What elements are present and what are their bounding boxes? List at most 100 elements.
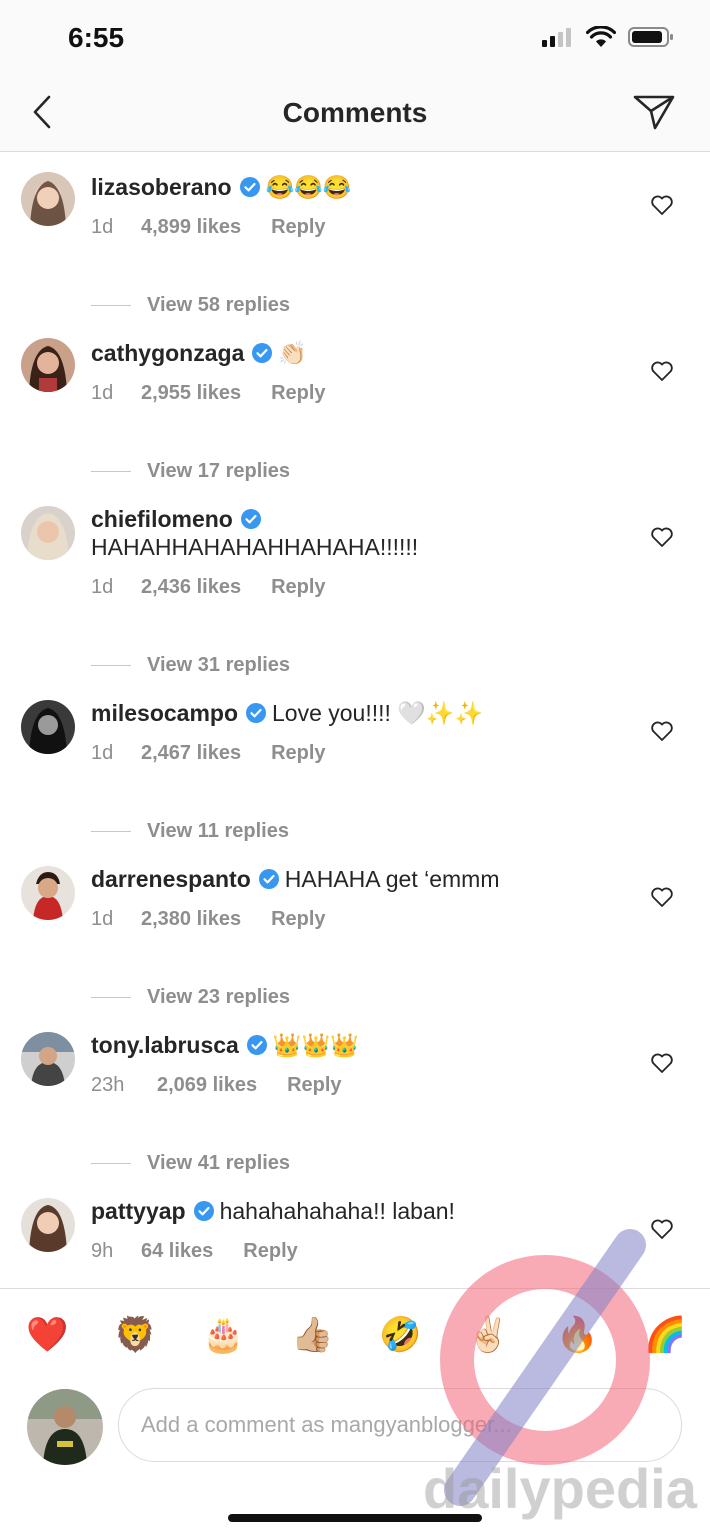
status-bar: 6:55 xyxy=(0,0,710,76)
verified-badge-icon xyxy=(246,1035,267,1055)
reply-button[interactable]: Reply xyxy=(271,742,325,765)
reply-button[interactable]: Reply xyxy=(271,382,325,405)
view-replies-label: View 58 replies xyxy=(147,294,291,316)
comment-likes[interactable]: 2,380 likes xyxy=(141,908,241,931)
comment-username[interactable]: milesocampo xyxy=(91,696,238,730)
avatar[interactable] xyxy=(21,338,75,392)
comment-meta: 1d 2,380 likes Reply xyxy=(91,908,326,931)
emoji-button[interactable]: 🌈 xyxy=(644,1315,686,1355)
verified-badge-icon xyxy=(252,343,273,363)
emoji-button[interactable]: 👍🏼 xyxy=(291,1315,333,1355)
view-replies-button[interactable]: View 11 replies xyxy=(91,820,289,843)
comment-time: 1d xyxy=(91,908,114,930)
comment-meta: 1d 2,955 likes Reply xyxy=(91,382,326,405)
wifi-icon xyxy=(586,26,616,47)
view-replies-label: View 11 replies xyxy=(147,820,289,842)
comment-meta: 1d 2,436 likes Reply xyxy=(91,576,326,599)
emoji-button[interactable]: ❤️ xyxy=(26,1315,68,1355)
view-replies-label: View 41 replies xyxy=(147,1152,291,1174)
view-replies-label: View 23 replies xyxy=(147,986,291,1008)
replies-divider xyxy=(91,305,131,306)
battery-icon xyxy=(628,27,673,47)
comment-text: 😂😂😂 xyxy=(265,174,352,200)
comment-text: 👏🏻 xyxy=(278,340,308,366)
comment-likes[interactable]: 64 likes xyxy=(141,1240,213,1263)
nav-bar: Comments xyxy=(0,76,710,152)
emoji-button[interactable]: 🦁 xyxy=(114,1315,156,1355)
emoji-bar: ❤️ 🦁 🎂 👍🏼 🤣 ✌🏻 🔥 🌈 xyxy=(0,1288,710,1385)
comment-username[interactable]: cathygonzaga xyxy=(91,336,244,370)
reply-button[interactable]: Reply xyxy=(287,1074,341,1097)
view-replies-button[interactable]: View 23 replies xyxy=(91,986,290,1009)
comment-likes[interactable]: 4,899 likes xyxy=(141,216,241,239)
comment-meta: 1d 4,899 likes Reply xyxy=(91,216,326,239)
comment-likes[interactable]: 2,436 likes xyxy=(141,576,241,599)
reply-button[interactable]: Reply xyxy=(243,1240,297,1263)
comment-time: 1d xyxy=(91,742,114,764)
comment-text: HAHAHHAHAHAHHAHAHA!!!!!! xyxy=(91,534,419,560)
view-replies-label: View 17 replies xyxy=(147,460,291,482)
reply-button[interactable]: Reply xyxy=(271,216,325,239)
verified-badge-icon xyxy=(239,177,260,197)
emoji-button[interactable]: 🔥 xyxy=(556,1315,598,1355)
heart-icon[interactable] xyxy=(650,194,674,216)
comment-meta: 1d 2,467 likes Reply xyxy=(91,742,326,765)
share-button[interactable] xyxy=(632,92,676,132)
heart-icon[interactable] xyxy=(650,360,674,382)
avatar[interactable] xyxy=(21,1198,75,1252)
replies-divider xyxy=(91,997,131,998)
comment-text: HAHAHA get ‘emmm xyxy=(284,866,500,892)
comment-input[interactable] xyxy=(118,1388,682,1462)
comment-text: 👑👑👑 xyxy=(272,1032,359,1058)
view-replies-button[interactable]: View 41 replies xyxy=(91,1152,290,1175)
comment-username[interactable]: tony.labrusca xyxy=(91,1028,239,1062)
reply-button[interactable]: Reply xyxy=(271,908,325,931)
replies-divider xyxy=(91,831,131,832)
comment-likes[interactable]: 2,069 likes xyxy=(157,1074,257,1097)
heart-icon[interactable] xyxy=(650,1052,674,1074)
verified-badge-icon xyxy=(240,509,261,529)
comments-list[interactable]: lizasoberano 😂😂😂 1d 4,899 likes Reply Vi… xyxy=(0,152,710,1287)
heart-icon[interactable] xyxy=(650,526,674,548)
view-replies-button[interactable]: View 31 replies xyxy=(91,654,290,677)
comment-username[interactable]: lizasoberano xyxy=(91,170,232,204)
view-replies-label: View 31 replies xyxy=(147,654,291,676)
view-replies-button[interactable]: View 58 replies xyxy=(91,294,290,317)
comment-username[interactable]: pattyyap xyxy=(91,1194,186,1228)
signal-icon xyxy=(542,28,571,47)
comment-time: 1d xyxy=(91,576,114,598)
verified-badge-icon xyxy=(258,869,279,889)
emoji-button[interactable]: ✌🏻 xyxy=(467,1315,509,1355)
verified-badge-icon xyxy=(193,1201,214,1221)
replies-divider xyxy=(91,665,131,666)
home-indicator[interactable] xyxy=(228,1514,482,1522)
heart-icon[interactable] xyxy=(650,1218,674,1240)
comment-time: 1d xyxy=(91,216,114,238)
avatar[interactable] xyxy=(21,172,75,226)
comment-composer xyxy=(0,1384,710,1536)
avatar[interactable] xyxy=(21,1032,75,1086)
heart-icon[interactable] xyxy=(650,886,674,908)
comment-meta: 23h 2,069 likes Reply xyxy=(91,1074,342,1097)
avatar[interactable] xyxy=(21,866,75,920)
replies-divider xyxy=(91,1163,131,1164)
reply-button[interactable]: Reply xyxy=(271,576,325,599)
emoji-button[interactable]: 🤣 xyxy=(379,1315,421,1355)
comment-time: 1d xyxy=(91,382,114,404)
avatar[interactable] xyxy=(21,700,75,754)
heart-icon[interactable] xyxy=(650,720,674,742)
verified-badge-icon xyxy=(246,703,266,723)
comment-username[interactable]: darrenespanto xyxy=(91,862,251,896)
avatar[interactable] xyxy=(21,506,75,560)
comment-time: 9h xyxy=(91,1240,114,1262)
view-replies-button[interactable]: View 17 replies xyxy=(91,460,290,483)
my-avatar xyxy=(27,1389,103,1465)
comment-likes[interactable]: 2,467 likes xyxy=(141,742,241,765)
status-time: 6:55 xyxy=(68,22,125,53)
replies-divider xyxy=(91,471,131,472)
comment-text: Love you!!!! 🤍✨✨ xyxy=(272,700,484,726)
comment-likes[interactable]: 2,955 likes xyxy=(141,382,241,405)
emoji-button[interactable]: 🎂 xyxy=(202,1315,244,1355)
status-icons xyxy=(542,26,674,48)
page-title: Comments xyxy=(282,97,428,128)
